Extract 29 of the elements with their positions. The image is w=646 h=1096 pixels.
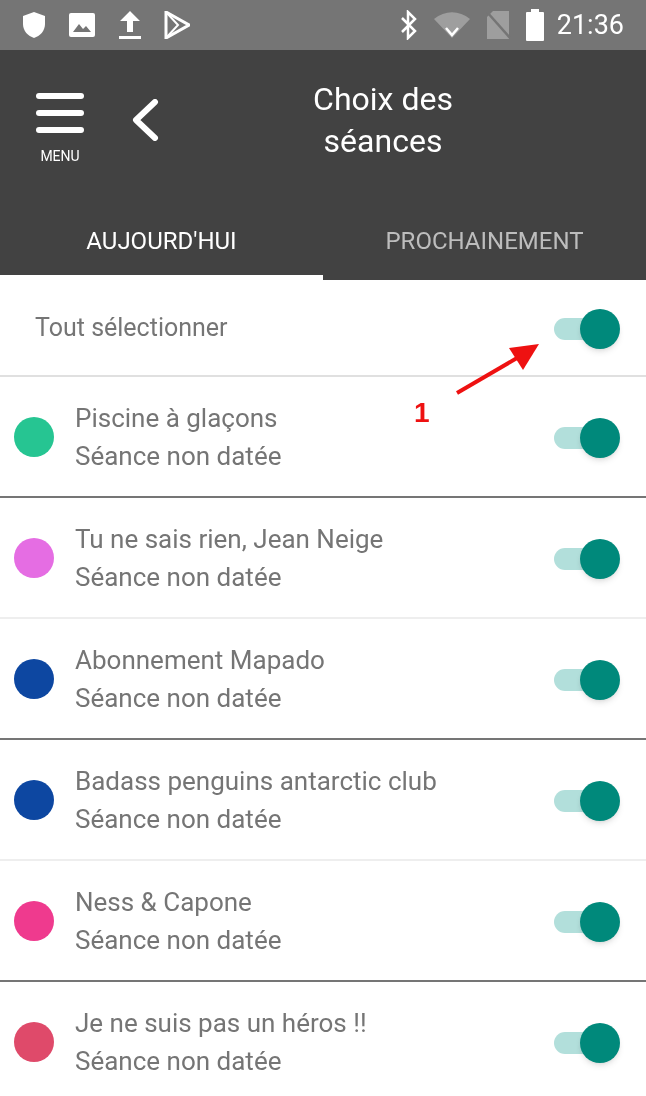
tab[interactable]: PROCHAINEMENT: [323, 190, 646, 280]
image-icon: [68, 11, 96, 39]
battery-icon: [524, 9, 545, 41]
select-all-label: Tout sélectionner: [35, 311, 229, 344]
session-subtitle: Séance non datée: [75, 681, 282, 715]
session-subtitle: Séance non datée: [75, 439, 282, 473]
session-name: Ness & Capone: [75, 885, 252, 919]
menu-button[interactable]: MENU: [0, 50, 120, 190]
status-time: 21:36: [556, 7, 624, 43]
back-icon: [131, 99, 159, 141]
session-name: Piscine à glaçons: [75, 401, 278, 435]
bluetooth-icon: [398, 10, 419, 40]
session-subtitle: Séance non datée: [75, 802, 282, 836]
upload-icon: [118, 10, 142, 40]
session-name: Tu ne sais rien, Jean Neige: [75, 522, 384, 556]
session-name: Je ne suis pas un héros !!: [75, 1006, 367, 1040]
no-sim-icon: [484, 10, 511, 40]
session-subtitle: Séance non datée: [75, 1044, 282, 1078]
screen-title: Choix des séances: [312, 79, 454, 162]
annotation-number: 1: [414, 396, 430, 430]
play-store-icon: [164, 11, 190, 39]
session-name: Badass penguins antarctic club: [75, 764, 437, 798]
session-subtitle: Séance non datée: [75, 923, 282, 957]
session-subtitle: Séance non datée: [75, 560, 282, 594]
wifi-icon: [432, 11, 471, 39]
menu-icon: [35, 91, 85, 134]
shield-icon: [22, 11, 46, 39]
tab[interactable]: AUJOURD'HUI: [0, 190, 323, 280]
session-name: Abonnement Mapado: [75, 643, 325, 677]
